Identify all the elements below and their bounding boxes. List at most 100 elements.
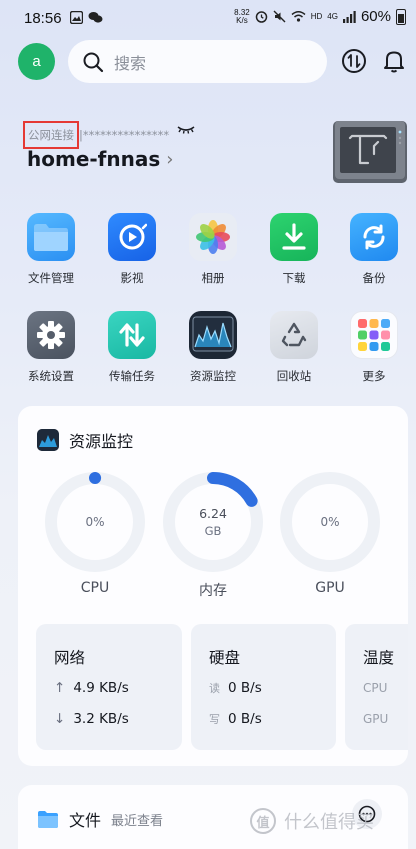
memory-unit: GB [204, 524, 222, 538]
app-label: 备份 [362, 271, 386, 285]
masked-address: |*************** [79, 128, 170, 142]
disk-read-label: 读 [209, 682, 220, 695]
gpu-value: 0% [320, 515, 340, 529]
disk-write-label: 写 [209, 713, 220, 726]
status-indicators: 8.32 K/s HD 4G 60% [234, 8, 406, 25]
app-label: 影视 [120, 271, 144, 285]
watermark: 值 什么值得买 [250, 808, 374, 834]
resource-monitor-title: 资源监控 [69, 432, 134, 451]
disk-read-speed: 0 B/s [228, 680, 262, 696]
app-transfer-tasks[interactable]: 传输任务 [99, 311, 165, 384]
signal-label: 4G [327, 12, 338, 21]
alarm-icon [255, 11, 267, 23]
memory-label: 内存 [199, 583, 227, 599]
connection-type-label: 公网连接 [23, 121, 79, 149]
battery-percentage: 60% [360, 8, 391, 25]
nas-device-image [333, 121, 407, 183]
app-photos[interactable]: 相册 [180, 213, 246, 286]
app-label: 文件管理 [28, 271, 74, 285]
cpu-label: CPU [80, 580, 110, 596]
app-label: 相册 [201, 271, 225, 285]
user-avatar[interactable]: a [18, 43, 55, 80]
backup-sync-icon [350, 213, 398, 261]
download-icon [270, 213, 318, 261]
files-subtitle: 最近查看 [111, 813, 164, 829]
memory-value: 6.24 [199, 506, 227, 521]
notification-bell-icon[interactable] [381, 48, 407, 74]
disk-write-row: 写 0 B/s [209, 711, 262, 727]
more-apps-grid-icon [350, 311, 398, 359]
gear-icon [27, 311, 75, 359]
watermark-text: 什么值得买 [284, 812, 374, 833]
app-label: 更多 [362, 369, 386, 383]
resource-monitor-header: 资源监控 [37, 428, 133, 452]
network-speed: 8.32 K/s [234, 8, 250, 25]
transfer-arrows-icon [108, 311, 156, 359]
memory-gauge-ring [163, 472, 263, 572]
app-label: 资源监控 [190, 369, 236, 383]
transfer-sync-icon[interactable] [341, 48, 367, 74]
app-recycle-bin[interactable]: 回收站 [261, 311, 327, 384]
download-speed-row: ↓ 3.2 KB/s [54, 711, 129, 727]
recent-files-header: 文件 最近查看 [37, 807, 163, 831]
status-bar: 18:56 8.32 K/s HD 4G 60% [0, 0, 416, 36]
app-label: 回收站 [276, 369, 312, 383]
resource-monitor-card[interactable]: 资源监控 0% CPU 6.24 GB 内存 0% GPU 网络 ↑ 4.9 K… [18, 406, 408, 766]
eye-closed-icon[interactable] [176, 124, 196, 136]
cpu-temp-row: CPU [363, 681, 387, 695]
hd-label: HD [310, 12, 323, 21]
resource-monitor-icon [189, 311, 237, 359]
mute-icon [273, 10, 286, 23]
gallery-notification-icon [70, 11, 83, 24]
disk-stats-card[interactable]: 硬盘 读 0 B/s 写 0 B/s [191, 624, 336, 750]
wechat-notification-icon [88, 12, 103, 23]
server-selector[interactable]: home-fnnas › [27, 147, 173, 171]
app-resource-monitor[interactable]: 资源监控 [180, 311, 246, 384]
folder-mini-icon [38, 811, 58, 828]
connection-info: 公网连接 |*************** [23, 121, 170, 149]
disk-title: 硬盘 [209, 649, 241, 667]
memory-gauge: 6.24 GB 内存 [163, 472, 263, 600]
files-title: 文件 [69, 811, 102, 830]
chevron-right-icon: › [166, 148, 174, 170]
folder-icon [27, 213, 75, 261]
app-backup[interactable]: 备份 [341, 213, 407, 286]
resource-monitor-mini-icon [37, 429, 59, 451]
signal-icon [342, 10, 356, 23]
app-download[interactable]: 下载 [261, 213, 327, 286]
avatar-letter: a [32, 53, 41, 70]
gpu-temp-label: GPU [363, 712, 389, 726]
search-placeholder: 搜索 [114, 53, 147, 73]
temperature-stats-card[interactable]: 温度 CPU GPU [345, 624, 408, 750]
battery-icon [396, 8, 406, 25]
upload-speed-row: ↑ 4.9 KB/s [54, 680, 129, 696]
photo-flower-icon [189, 213, 237, 261]
upload-speed: 4.9 KB/s [73, 680, 129, 696]
cpu-gauge: 0% CPU [45, 472, 145, 596]
app-video[interactable]: 影视 [99, 213, 165, 286]
gpu-gauge: 0% GPU [280, 472, 380, 596]
app-file-manager[interactable]: 文件管理 [18, 213, 84, 286]
network-stats-card[interactable]: 网络 ↑ 4.9 KB/s ↓ 3.2 KB/s [36, 624, 182, 750]
download-speed: 3.2 KB/s [73, 711, 129, 727]
gpu-label: GPU [315, 580, 345, 596]
search-icon [83, 52, 104, 72]
download-arrow-icon: ↓ [54, 711, 66, 727]
search-bar[interactable]: 搜索 [68, 40, 327, 83]
app-more[interactable]: 更多 [341, 311, 407, 384]
net-speed-unit: K/s [236, 15, 248, 25]
server-name: home-fnnas [27, 147, 161, 171]
disk-read-row: 读 0 B/s [209, 680, 262, 696]
watermark-badge: 值 [250, 808, 276, 834]
status-time: 18:56 [24, 10, 62, 27]
cpu-temp-label: CPU [363, 681, 388, 695]
temperature-title: 温度 [363, 649, 395, 667]
app-label: 传输任务 [109, 369, 155, 383]
app-label: 系统设置 [28, 369, 74, 383]
app-label: 下载 [282, 271, 306, 285]
film-reel-icon [108, 213, 156, 261]
upload-arrow-icon: ↑ [54, 680, 66, 696]
gpu-temp-row: GPU [363, 712, 388, 726]
wifi-icon [291, 11, 306, 22]
app-system-settings[interactable]: 系统设置 [18, 311, 84, 384]
